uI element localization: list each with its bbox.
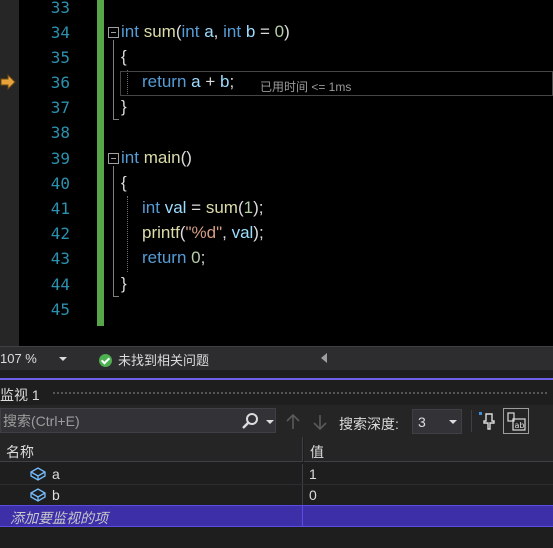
- outline-guide: [113, 166, 114, 296]
- code-text: {: [121, 173, 127, 192]
- perf-tip[interactable]: 已用时间 <= 1ms: [260, 78, 351, 95]
- code-line: 40 {: [0, 172, 553, 197]
- pin-icon[interactable]: [477, 410, 499, 432]
- name-cell[interactable]: 添加要监视的项: [0, 506, 303, 526]
- line-number: 45: [50, 300, 70, 319]
- variable-value: 0: [309, 487, 317, 503]
- code-text: int val = sum(1);: [142, 198, 264, 217]
- drag-grip[interactable]: [52, 391, 549, 396]
- variable-value: 1: [309, 466, 317, 482]
- code-line: 39 int main(): [0, 147, 553, 172]
- panel-splitter[interactable]: [0, 370, 553, 378]
- watch-search-box[interactable]: [0, 408, 276, 433]
- line-number: 44: [50, 275, 70, 294]
- chevron-down-icon: [449, 420, 457, 424]
- name-cell[interactable]: a: [0, 464, 303, 484]
- table-row[interactable]: b 0: [0, 485, 553, 506]
- issues-indicator[interactable]: 未找到相关问题: [99, 350, 209, 369]
- check-circle-icon: [99, 354, 112, 367]
- code-text: }: [121, 274, 127, 293]
- line-number: 34: [50, 23, 70, 42]
- code-text: printf("%d", val);: [142, 223, 264, 242]
- watch-window-title: 监视 1: [0, 387, 40, 403]
- code-line: 43 return 0;: [0, 247, 553, 272]
- search-next-arrow-icon[interactable]: [312, 413, 328, 431]
- line-number: 37: [50, 98, 70, 117]
- table-row[interactable]: a 1: [0, 464, 553, 485]
- line-number: 35: [50, 48, 70, 67]
- value-cell[interactable]: [304, 506, 553, 526]
- variable-icon: [30, 467, 46, 481]
- column-header-name[interactable]: 名称: [0, 437, 303, 462]
- variable-icon: [30, 488, 46, 502]
- variable-name: b: [52, 487, 60, 503]
- search-depth-label: 搜索深度:: [339, 416, 399, 432]
- variable-name: a: [52, 466, 60, 482]
- outline-guide: [113, 40, 114, 119]
- line-number: 38: [50, 123, 70, 142]
- code-text: int sum(int a, int b = 0): [121, 22, 290, 41]
- change-tracking-bar: [97, 0, 104, 326]
- code-text: {: [121, 47, 127, 66]
- outline-guide-end: [113, 296, 119, 297]
- value-cell[interactable]: 0: [304, 485, 553, 505]
- code-line: 37 }: [0, 96, 553, 121]
- search-depth-value: 3: [418, 414, 426, 430]
- code-text: return 0;: [142, 248, 206, 267]
- search-depth-select[interactable]: 3: [412, 409, 462, 434]
- line-number: 43: [50, 249, 70, 268]
- code-line: 42 printf("%d", val);: [0, 222, 553, 247]
- code-line: 38: [0, 121, 553, 146]
- search-input[interactable]: [1, 409, 231, 432]
- name-cell[interactable]: b: [0, 485, 303, 505]
- indent-guide: [127, 196, 128, 272]
- watch-toolbar: 搜索深度: 3 ab: [0, 405, 553, 437]
- zoom-dropdown[interactable]: 107 %: [0, 350, 70, 368]
- zoom-value: 107 %: [0, 351, 37, 366]
- column-header-value[interactable]: 值: [304, 437, 553, 462]
- code-text: }: [121, 97, 127, 116]
- line-number: 39: [50, 149, 70, 168]
- code-line: 34 int sum(int a, int b = 0): [0, 21, 553, 46]
- add-watch-placeholder: 添加要监视的项: [10, 510, 108, 526]
- chevron-down-icon: [59, 357, 67, 361]
- line-number: 40: [50, 174, 70, 193]
- code-line: 45: [0, 298, 553, 323]
- code-line: 44 }: [0, 273, 553, 298]
- chevron-down-icon[interactable]: [266, 420, 274, 424]
- scroll-left-icon[interactable]: [321, 353, 327, 363]
- code-line: 41 int val = sum(1);: [0, 197, 553, 222]
- line-number: 41: [50, 199, 70, 218]
- hex-display-toggle[interactable]: ab: [503, 408, 529, 434]
- line-number: 33: [50, 0, 70, 17]
- search-previous-arrow-icon[interactable]: [285, 413, 301, 431]
- value-cell[interactable]: 1: [304, 464, 553, 484]
- hex-icon: ab: [507, 412, 526, 431]
- outline-guide-end: [113, 119, 119, 120]
- code-editor[interactable]: 33 34 int sum(int a, int b = 0) 35 { 36 …: [0, 0, 553, 346]
- collapse-toggle-icon[interactable]: [108, 27, 119, 38]
- collapse-toggle-icon[interactable]: [108, 153, 119, 164]
- code-text: int main(): [121, 148, 192, 167]
- column-header-value-label: 值: [310, 444, 324, 460]
- code-line: 33: [0, 0, 553, 21]
- toolbar-separator: [471, 410, 472, 432]
- line-number: 36: [50, 73, 70, 92]
- add-watch-row[interactable]: 添加要监视的项: [0, 505, 553, 527]
- issues-label: 未找到相关问题: [118, 353, 210, 368]
- watch-window-title-bar[interactable]: 监视 1: [0, 378, 553, 405]
- watch-grid: 名称 值 a 1 b 0 添加要监视的项: [0, 437, 553, 548]
- svg-text:ab: ab: [515, 421, 525, 430]
- code-line: 35 {: [0, 46, 553, 71]
- editor-status-bar: 107 % 未找到相关问题: [0, 346, 553, 370]
- line-number: 42: [50, 224, 70, 243]
- column-header-name-label: 名称: [6, 444, 34, 460]
- search-icon[interactable]: [241, 412, 259, 430]
